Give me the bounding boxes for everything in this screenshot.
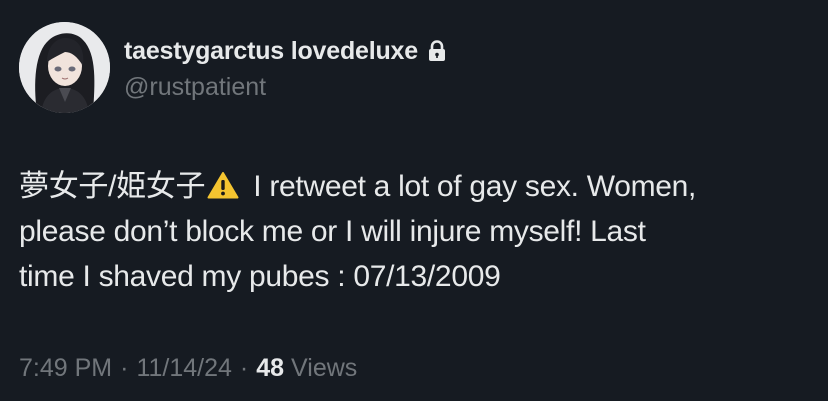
tweet-line-1: 夢女子/姫女子 I retweet a lot of gay sex. Wome… <box>19 164 819 209</box>
meta-separator: · <box>120 354 129 382</box>
views-count[interactable]: 48 <box>256 354 284 383</box>
tweet-line-1-suffix: I retweet a lot of gay sex. Women, <box>245 170 697 203</box>
warning-emoji-icon <box>207 167 239 199</box>
tweet-line-3: time I shaved my pubes : 07/13/2009 <box>19 260 501 293</box>
display-name[interactable]: taestygarctus lovedeluxe <box>124 37 418 66</box>
meta-separator: · <box>239 354 249 382</box>
views-label: Views <box>291 354 358 382</box>
name-row: taestygarctus lovedeluxe <box>124 36 446 66</box>
tweet-card: taestygarctus lovedeluxe @rustpatient 夢女… <box>0 0 828 401</box>
avatar[interactable] <box>19 22 110 113</box>
lock-icon <box>428 40 446 62</box>
tweet-text: 夢女子/姫女子 I retweet a lot of gay sex. Wome… <box>19 164 819 299</box>
tweet-line-2: please don’t block me or I will injure m… <box>19 215 646 248</box>
tweet-date[interactable]: 11/14/24 <box>136 354 231 383</box>
tweet-meta: 7:49 PM · 11/14/24 · 48 Views <box>19 354 357 383</box>
tweet-time[interactable]: 7:49 PM <box>19 354 112 383</box>
tweet-line-1-prefix: 夢女子/姫女子 <box>19 170 206 203</box>
avatar-image <box>19 22 110 113</box>
user-handle[interactable]: @rustpatient <box>124 73 266 102</box>
